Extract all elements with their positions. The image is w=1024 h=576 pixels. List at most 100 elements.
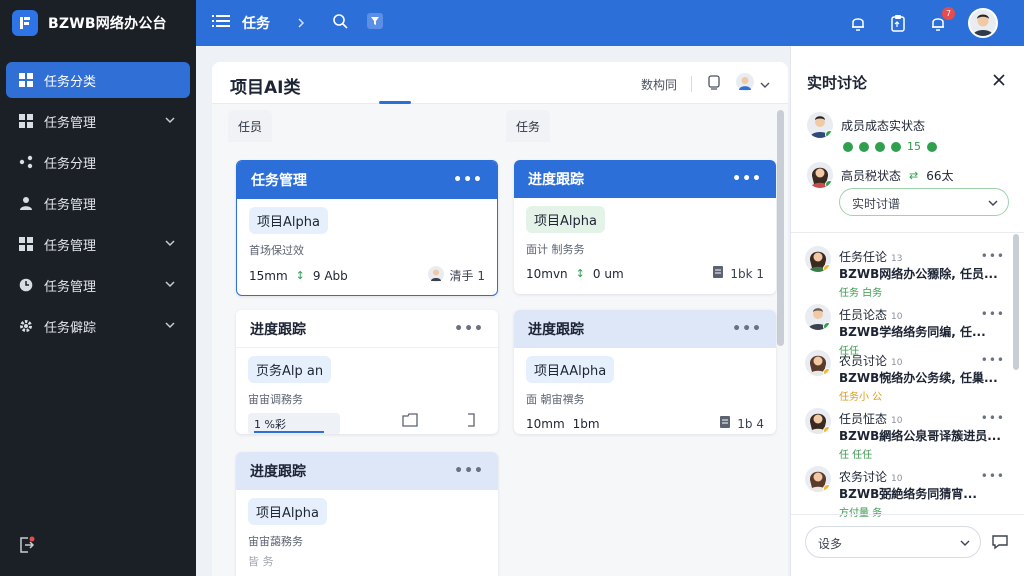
clock-icon — [18, 277, 34, 293]
board-avatar[interactable] — [736, 73, 754, 95]
card-title: 进度跟踪 — [528, 322, 584, 338]
more-icon[interactable]: ••• — [454, 463, 484, 479]
discussion-select[interactable]: 实时讨谱 — [839, 188, 1009, 216]
sidebar-item-schedule[interactable]: 任务管理 — [6, 267, 190, 303]
chevron-down-icon — [960, 537, 970, 551]
message-text: BZWB惋络办公务续, 任巢... — [839, 371, 998, 385]
card-title: 任务管理 — [251, 173, 307, 189]
bookmark-icon[interactable] — [706, 74, 722, 94]
task-card[interactable]: 进度跟踪 ••• 页务Alp an 宙宙调務务 1 %彩 — [236, 310, 498, 434]
breadcrumb[interactable]: 任务 — [242, 13, 270, 33]
more-icon[interactable]: ••• — [981, 307, 1005, 321]
share-icon — [18, 154, 34, 170]
menu-icon[interactable] — [212, 13, 230, 33]
chat-message[interactable]: 农员讨论 10 ••• BZWB惋络办公务续, 任巢... 任务小 公 — [805, 350, 1005, 403]
message-avatar — [805, 246, 831, 272]
sidebar-item-modules[interactable]: 任务管理 — [6, 226, 190, 262]
message-text: BZWB弼絶络务同猜宵... — [839, 487, 977, 501]
chat-message[interactable]: 任员怔态 10 ••• BZWB網络公泉哥译簇进员... 任 任任 — [805, 408, 1005, 461]
sidebar-item-members[interactable]: 任务管理 — [6, 185, 190, 221]
bell-icon[interactable] — [848, 13, 868, 33]
member-status-text: 成员成态实状态 — [841, 118, 926, 133]
file-icon[interactable] — [466, 412, 476, 431]
project-chip[interactable]: 项目AAlpha — [526, 356, 615, 383]
task-board: 项目AI类 数构同 任员 任务 任务管理 ••• 项目Alpha 首场保过效 1… — [212, 62, 788, 576]
task-card[interactable]: 进度跟踪 ••• 项目Alpha 宙宙藹務务 皆 务 — [236, 452, 498, 576]
more-icon[interactable]: ••• — [453, 172, 483, 188]
task-card[interactable]: 任务管理 ••• 项目Alpha 首场保过效 15mm ↕ 9 Abb 清手 1 — [236, 160, 498, 296]
document-icon — [712, 265, 724, 282]
message-avatar — [805, 408, 831, 434]
sidebar-item-label: 任务管理 — [44, 115, 97, 131]
chat-scrollbar[interactable] — [1013, 234, 1019, 370]
document-icon — [719, 415, 731, 432]
user-avatar[interactable] — [968, 8, 998, 38]
board-view-toggle[interactable]: 数构同 — [641, 76, 677, 93]
message-tags: 任 任任 — [839, 450, 873, 461]
discussion-panel: 实时讨论 成员成态实状态 15 高员税状态 ⇄ 66太 实时讨谱 任务任论 13 •… — [790, 46, 1024, 576]
progress-text: 1 %彩 — [254, 418, 286, 431]
message-text: BZWB網络公泉哥译簇进员... — [839, 429, 1001, 443]
search-icon[interactable] — [332, 13, 348, 33]
more-icon[interactable]: ••• — [732, 321, 762, 337]
task-card[interactable]: 进度跟踪 ••• 项目Alpha 面计 制务务 10mvn ↕ 0 um 1bk… — [514, 160, 776, 294]
project-chip[interactable]: 页务Alp an — [248, 356, 332, 383]
arrow-icon: ↕ — [575, 267, 585, 280]
card-header: 进度跟踪 ••• — [514, 160, 776, 198]
sidebar-item-task-category[interactable]: 任务分类 — [6, 62, 190, 98]
message-time: 10 — [891, 474, 903, 484]
card-title: 进度跟踪 — [528, 172, 584, 188]
column-tab-tasks[interactable]: 任务 — [506, 110, 551, 142]
project-chip[interactable]: 项目Alpha — [249, 207, 328, 234]
task-card[interactable]: 进度跟踪 ••• 项目AAlpha 面 朝宙禩务 10mm 1bm 1b 4 — [514, 310, 776, 434]
card-subtitle: 宙宙调務务 — [248, 393, 303, 406]
column-tabs: 任员 任务 — [212, 104, 788, 142]
message-time: 10 — [891, 416, 903, 426]
settings-select[interactable]: 设多 — [805, 526, 981, 558]
chat-message[interactable]: 农务讨论10 ••• BZWB弼絶络务同猜宵... 方付量 务 — [805, 466, 1005, 519]
sidebar-item-task-management[interactable]: 任务管理 — [6, 103, 190, 139]
more-icon[interactable]: ••• — [981, 249, 1005, 263]
filter-icon[interactable] — [366, 12, 384, 34]
online-indicators: 15 — [843, 140, 937, 153]
member-avatar — [807, 162, 833, 188]
message-avatar — [805, 304, 831, 330]
sidebar: BZWB网络办公台 任务分类 任务管理 任务分理 任务管理 任务管理 任务管理 — [0, 0, 196, 576]
more-icon[interactable]: ••• — [981, 353, 1005, 367]
member-avatar — [807, 112, 833, 138]
notification-badge: 7 — [942, 7, 955, 20]
member-status-tail: 66太 — [926, 168, 954, 183]
message-author: 农员讨论 — [839, 354, 888, 368]
chat-message[interactable]: 任务任论 13 ••• BZWB网络办公豲除, 任员... 任务 白务 — [805, 246, 1005, 299]
more-icon[interactable]: ••• — [981, 411, 1005, 425]
folder-icon[interactable] — [402, 412, 418, 431]
more-icon[interactable]: ••• — [732, 171, 762, 187]
clipboard-icon[interactable] — [888, 13, 908, 33]
project-chip[interactable]: 项目Alpha — [248, 498, 327, 525]
chevron-down-icon[interactable] — [760, 75, 770, 94]
card-header: 进度跟踪 ••• — [236, 310, 498, 348]
sidebar-item-label: 任务分理 — [44, 156, 97, 172]
more-icon[interactable]: ••• — [454, 321, 484, 337]
card-title: 进度跟踪 — [250, 464, 306, 480]
board-header: 项目AI类 数构同 — [212, 62, 788, 104]
board-scrollbar[interactable] — [777, 110, 784, 346]
grid-icon — [18, 113, 34, 129]
message-author: 任员论态 — [839, 308, 888, 322]
sidebar-item-settings[interactable]: 任务僻踪 — [6, 308, 190, 344]
sidebar-item-task-assign[interactable]: 任务分理 — [6, 144, 190, 180]
online-count: 15 — [907, 140, 921, 153]
divider — [691, 76, 692, 92]
more-icon[interactable]: ••• — [981, 469, 1005, 483]
close-icon[interactable] — [992, 72, 1006, 91]
column-tab-members[interactable]: 任员 — [228, 110, 273, 142]
user-icon — [18, 195, 34, 211]
sidebar-item-label: 任务管理 — [44, 279, 97, 295]
chat-bubble-icon[interactable] — [991, 534, 1009, 554]
project-chip[interactable]: 项目Alpha — [526, 206, 605, 233]
notification-bell-icon[interactable]: 7 — [928, 7, 955, 33]
attachment-count: 1bk 1 — [730, 266, 764, 281]
card-stat: 9 Abb — [312, 268, 348, 283]
logout-icon[interactable] — [18, 536, 36, 558]
card-subtitle: 面计 制务务 — [526, 243, 585, 256]
